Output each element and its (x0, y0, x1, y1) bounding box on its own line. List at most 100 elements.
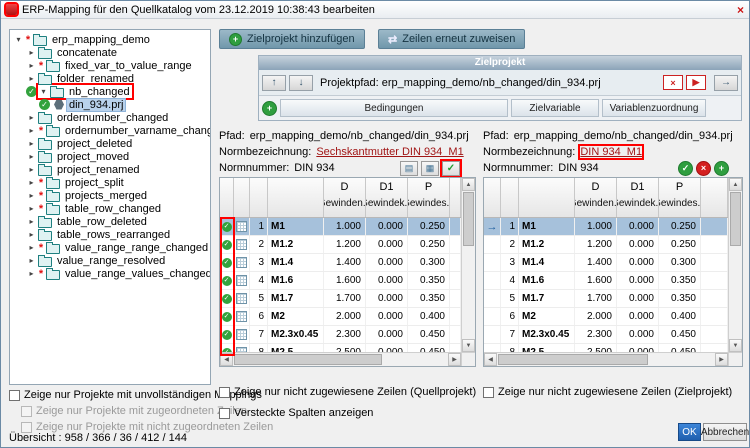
folder-icon (38, 111, 52, 124)
scroll-left-icon[interactable]: ◀ (484, 353, 497, 366)
reject-button[interactable]: × (696, 160, 711, 176)
expand-icon[interactable]: ▸ (26, 178, 37, 187)
scroll-down-icon[interactable]: ▼ (462, 339, 475, 352)
expand-icon[interactable]: ▸ (26, 243, 37, 252)
delete-target-button[interactable]: × (663, 75, 683, 90)
tree-item-value_range_range_changed[interactable]: ▸ * value_range_range_changed (10, 241, 210, 254)
column-header[interactable]: P Gewindes... (659, 178, 701, 217)
vertical-scrollbar[interactable]: ▲ ▼ (461, 178, 475, 352)
expand-icon[interactable]: ▸ (26, 217, 37, 226)
tree-item-table_row_deleted[interactable]: ▸ table_row_deleted (10, 215, 210, 228)
tree-item-erp_mapping_demo[interactable]: ▾ * erp_mapping_demo (10, 33, 210, 46)
confirm-mapping-button[interactable]: ✓ (440, 158, 462, 178)
table-view-button-2[interactable]: ▦ (421, 160, 439, 176)
scroll-right-icon[interactable]: ▶ (448, 353, 461, 366)
expand-icon[interactable]: ▸ (26, 256, 37, 265)
table-row[interactable]: ✓ 5 M1.7 1.700 0.000 0.350 (220, 290, 461, 308)
row-value: 2.000 (575, 308, 617, 325)
table-row[interactable]: ✓ 4 M1.6 1.600 0.000 0.350 (220, 272, 461, 290)
move-up-button[interactable]: ↑ (262, 74, 286, 91)
expand-icon[interactable]: ▸ (26, 48, 37, 57)
table-row[interactable]: → 1 M1 1.000 0.000 0.250 (484, 218, 728, 236)
tree-item-value_range_resolved[interactable]: ▸ value_range_resolved (10, 254, 210, 267)
reassign-rows-button[interactable]: ⇄ Zeilen erneut zuweisen (378, 29, 526, 49)
column-header[interactable]: D Gewinden... (575, 178, 617, 217)
scroll-right-icon[interactable]: ▶ (715, 353, 728, 366)
scroll-left-icon[interactable]: ◀ (220, 353, 233, 366)
close-icon[interactable]: × (737, 3, 744, 17)
expand-icon[interactable]: ▸ (26, 139, 37, 148)
move-down-button[interactable]: ↓ (289, 74, 313, 91)
tree-item-concatenate[interactable]: ▸ concatenate (10, 46, 210, 59)
scroll-thumb[interactable] (234, 354, 383, 365)
cancel-button[interactable]: Abbrechen (701, 423, 749, 441)
expand-icon[interactable]: ▸ (26, 269, 37, 278)
table-row[interactable]: ✓ 6 M2 2.000 0.000 0.400 (220, 308, 461, 326)
collapse-icon[interactable]: ▾ (13, 35, 24, 44)
table-row[interactable]: 6 M2 2.000 0.000 0.400 (484, 308, 728, 326)
tree-item-table_rows_rearranged[interactable]: ▸ table_rows_rearranged (10, 228, 210, 241)
folder-icon (46, 176, 60, 189)
tree-item-folder_renamed[interactable]: ▸ folder_renamed (10, 72, 210, 85)
horizontal-scrollbar[interactable]: ◀ ▶ (484, 352, 728, 366)
tree-item-ordernumber_varname_changed[interactable]: ▸ * ordernumber_varname_changed (10, 124, 210, 137)
table-row[interactable]: ✓ 7 M2.3x0.45 2.300 0.000 0.450 (220, 326, 461, 344)
expand-icon[interactable]: ▸ (26, 230, 37, 239)
scroll-up-icon[interactable]: ▲ (729, 178, 742, 191)
section-variable-mapping[interactable]: Variablenzuordnung (602, 99, 706, 117)
target-normnumber-value: DIN 934 (558, 162, 599, 174)
tree-item-projects_merged[interactable]: ▸ * projects_merged (10, 189, 210, 202)
vertical-scrollbar[interactable]: ▲ ▼ (728, 178, 742, 352)
expand-icon[interactable]: ▸ (26, 74, 37, 83)
expand-icon[interactable]: ▸ (26, 204, 37, 213)
scroll-up-icon[interactable]: ▲ (462, 178, 475, 191)
scroll-thumb[interactable] (730, 192, 741, 246)
tree-item-project_renamed[interactable]: ▸ project_renamed (10, 163, 210, 176)
table-row[interactable]: 3 M1.4 1.400 0.000 0.300 (484, 254, 728, 272)
column-header[interactable]: D Gewinden... (324, 178, 366, 217)
expand-icon[interactable]: ▸ (26, 165, 37, 174)
tree-item-project_moved[interactable]: ▸ project_moved (10, 150, 210, 163)
table-row[interactable]: ✓ 1 M1 1.000 0.000 0.250 (220, 218, 461, 236)
table-row[interactable]: 4 M1.6 1.600 0.000 0.350 (484, 272, 728, 290)
table-row[interactable]: 7 M2.3x0.45 2.300 0.000 0.450 (484, 326, 728, 344)
tree-item-table_row_changed[interactable]: ▸ * table_row_changed (10, 202, 210, 215)
expand-icon[interactable]: ▸ (26, 152, 37, 161)
column-header[interactable]: P Gewindes... (408, 178, 450, 217)
scroll-thumb[interactable] (498, 354, 649, 365)
expand-icon[interactable]: ▸ (26, 61, 37, 70)
checkbox-zeige-nur-nicht-zugewiesene-zeilen-quellprojekt-[interactable]: Zeige nur nicht zugewiesene Zeilen (Quel… (219, 386, 476, 398)
table-row[interactable]: ✓ 2 M1.2 1.200 0.000 0.250 (220, 236, 461, 254)
checkbox-zeige-nur-nicht-zugewiesene-zeilen-zielprojekt-[interactable]: Zeige nur nicht zugewiesene Zeilen (Ziel… (483, 386, 732, 398)
add-row-button[interactable]: + (714, 160, 729, 176)
tree-item-ordernumber_changed[interactable]: ▸ ordernumber_changed (10, 111, 210, 124)
column-header[interactable]: D1 Gewindek... (617, 178, 659, 217)
tree-item-project_deleted[interactable]: ▸ project_deleted (10, 137, 210, 150)
collapse-icon[interactable]: ▾ (38, 87, 49, 96)
section-conditions[interactable]: Bedingungen (280, 99, 508, 117)
scroll-thumb[interactable] (463, 192, 474, 246)
section-target-variable[interactable]: Zielvariable (511, 99, 599, 117)
tree-item-fixed_var_to_value_range[interactable]: ▸ * fixed_var_to_value_range (10, 59, 210, 72)
tree-item-value_range_values_changed[interactable]: ▸ * value_range_values_changed (10, 267, 210, 280)
checkbox-versteckte-spalten-anzeigen[interactable]: Versteckte Spalten anzeigen (219, 407, 476, 419)
scroll-down-icon[interactable]: ▼ (729, 339, 742, 352)
ok-button[interactable]: OK (678, 423, 701, 441)
tree-item-project_split[interactable]: ▸ * project_split (10, 176, 210, 189)
table-row[interactable]: 5 M1.7 1.700 0.000 0.350 (484, 290, 728, 308)
tree-item-din_934.prj[interactable]: ✓ din_934.prj (10, 97, 210, 112)
tree-item-nb_changed[interactable]: ✓ ▾ nb_changed (10, 83, 210, 100)
expand-icon[interactable]: ▸ (26, 113, 37, 122)
table-row[interactable]: ✓ 3 M1.4 1.400 0.000 0.300 (220, 254, 461, 272)
column-header[interactable]: D1 Gewindek... (366, 178, 408, 217)
table-row[interactable]: 2 M1.2 1.200 0.000 0.250 (484, 236, 728, 254)
horizontal-scrollbar[interactable]: ◀ ▶ (220, 352, 461, 366)
expand-icon[interactable]: ▸ (26, 191, 37, 200)
table-view-button-1[interactable]: ▤ (400, 160, 418, 176)
expand-icon[interactable]: ▸ (26, 126, 37, 135)
accept-button[interactable]: ✓ (678, 160, 693, 176)
add-target-project-button[interactable]: + Zielprojekt hinzufügen (219, 29, 365, 49)
add-condition-button[interactable]: + (262, 100, 277, 116)
run-mapping-button[interactable]: ▶ (686, 75, 706, 90)
assign-right-button[interactable]: → (714, 74, 738, 91)
